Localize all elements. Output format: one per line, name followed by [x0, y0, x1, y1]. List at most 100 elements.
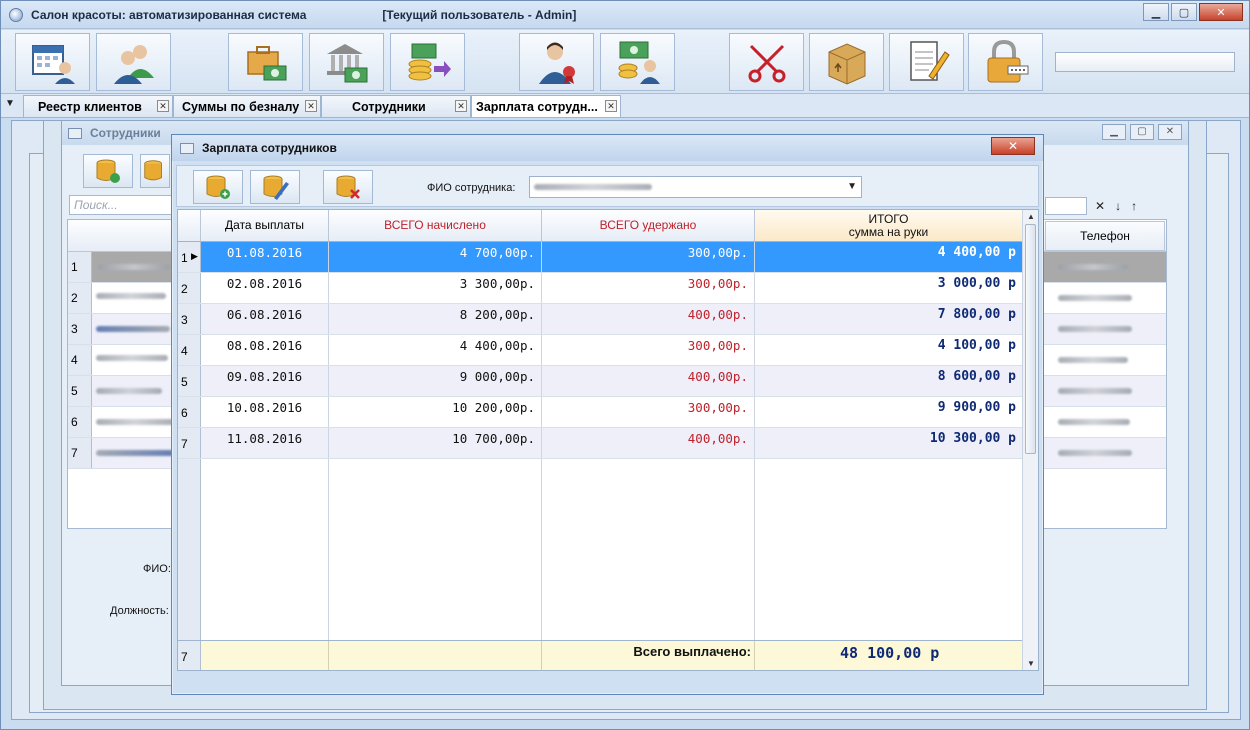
blurred-name — [96, 326, 170, 332]
tab-cashless-sums[interactable]: Суммы по безналу ✕ — [173, 95, 321, 117]
accrued-cell[interactable]: 4 700,00р. — [329, 242, 542, 272]
employee-award-button[interactable] — [519, 33, 594, 91]
payment-date-cell[interactable]: 01.08.2016 — [201, 242, 329, 272]
payment-date-cell[interactable]: 02.08.2016 — [201, 273, 329, 303]
scroll-thumb[interactable] — [1025, 224, 1036, 454]
payment-date-cell[interactable]: 09.08.2016 — [201, 366, 329, 396]
tabs-dropdown-icon[interactable]: ▼ — [5, 98, 15, 109]
close-button[interactable]: ✕ — [1199, 3, 1243, 21]
edit-payment-button[interactable] — [250, 170, 300, 204]
accrued-cell[interactable]: 10 200,00р. — [329, 397, 542, 427]
accrued-cell[interactable]: 10 700,00р. — [329, 428, 542, 458]
tab-clients-registry[interactable]: Реестр клиентов ✕ — [23, 95, 173, 117]
scroll-up-icon[interactable]: ▲ — [1027, 212, 1035, 221]
row-number[interactable]: 2 — [178, 273, 201, 303]
row-number[interactable]: 3 — [178, 304, 201, 334]
table-row[interactable]: 2 02.08.2016 3 300,00р. 300,00р. 3 000,00 р — [178, 273, 1023, 304]
table-row[interactable]: 1 ▶ 01.08.2016 4 700,00р. 300,00р. 4 400,00 р — [178, 242, 1023, 273]
phone-column-header[interactable]: Телефон — [1045, 221, 1165, 251]
briefcase-money-button[interactable] — [228, 33, 303, 91]
window-icon — [180, 142, 194, 154]
row-number: 1 — [68, 252, 92, 282]
tab-strip: ▼ Реестр клиентов ✕ Суммы по безналу ✕ С… — [1, 94, 1249, 118]
delete-payment-button[interactable] — [323, 170, 373, 204]
payment-date-cell[interactable]: 08.08.2016 — [201, 335, 329, 365]
scissors-button[interactable] — [729, 33, 804, 91]
tab-label: Сотрудники — [352, 99, 426, 114]
total-cell[interactable]: 4 400,00 р — [755, 242, 1023, 272]
deducted-cell[interactable]: 300,00р. — [542, 273, 755, 303]
accrued-cell[interactable]: 8 200,00р. — [329, 304, 542, 334]
dialog-close-button[interactable]: ✕ — [991, 137, 1035, 155]
close-icon[interactable]: ✕ — [305, 100, 317, 112]
money-transfer-button[interactable] — [390, 33, 465, 91]
table-row[interactable]: 6 10.08.2016 10 200,00р. 300,00р. 9 900,00 р — [178, 397, 1023, 428]
column-header-date[interactable]: Дата выплаты — [201, 210, 329, 242]
bg-edit-button[interactable] — [140, 154, 170, 188]
arrow-up-icon[interactable]: ↑ — [1131, 199, 1147, 213]
vertical-scrollbar[interactable]: ▲ ▼ — [1022, 210, 1038, 670]
table-row[interactable]: 5 09.08.2016 9 000,00р. 400,00р. 8 600,00 р — [178, 366, 1023, 397]
salary-button[interactable] — [600, 33, 675, 91]
payment-date-cell[interactable]: 10.08.2016 — [201, 397, 329, 427]
maximize-button[interactable]: ▢ — [1171, 3, 1197, 21]
secondary-search-input[interactable] — [1045, 197, 1087, 215]
employees-window-controls: ▁ ▢ ✕ — [1102, 124, 1182, 140]
row-number[interactable]: 7 — [178, 428, 201, 458]
calendar-client-button[interactable] — [15, 33, 90, 91]
employees-search-input[interactable]: Поиск... — [69, 195, 179, 215]
toolbar-search-field[interactable] — [1055, 52, 1235, 72]
column-header-accrued[interactable]: ВСЕГО начислено — [329, 210, 542, 242]
accrued-cell[interactable]: 9 000,00р. — [329, 366, 542, 396]
close-icon[interactable]: ✕ — [455, 100, 467, 112]
total-cell[interactable]: 8 600,00 р — [755, 366, 1023, 396]
close-button[interactable]: ✕ — [1158, 124, 1182, 140]
total-cell[interactable]: 9 900,00 р — [755, 397, 1023, 427]
chevron-down-icon[interactable]: ▼ — [847, 181, 857, 192]
database-edit-icon — [144, 160, 162, 181]
clear-icon[interactable]: ✕ — [1095, 199, 1115, 213]
total-cell[interactable]: 10 300,00 р — [755, 428, 1023, 458]
lock-button[interactable] — [968, 33, 1043, 91]
deducted-cell[interactable]: 400,00р. — [542, 304, 755, 334]
table-row[interactable]: 3 06.08.2016 8 200,00р. 400,00р. 7 800,00 р — [178, 304, 1023, 335]
total-cell[interactable]: 3 000,00 р — [755, 273, 1023, 303]
deducted-cell[interactable]: 300,00р. — [542, 335, 755, 365]
row-number[interactable]: 6 — [178, 397, 201, 427]
row-number[interactable]: 1 ▶ — [178, 242, 201, 272]
payment-date-cell[interactable]: 06.08.2016 — [201, 304, 329, 334]
deducted-cell[interactable]: 300,00р. — [542, 242, 755, 272]
minimize-button[interactable]: ▁ — [1143, 3, 1169, 21]
bg-add-button[interactable] — [83, 154, 133, 188]
box-button[interactable] — [809, 33, 884, 91]
notepad-button[interactable] — [889, 33, 964, 91]
row-number[interactable]: 4 — [178, 335, 201, 365]
payment-date-cell[interactable]: 11.08.2016 — [201, 428, 329, 458]
row-number[interactable]: 5 — [178, 366, 201, 396]
column-header-total[interactable]: ИТОГО сумма на руки — [755, 210, 1023, 242]
minimize-button[interactable]: ▁ — [1102, 124, 1126, 140]
database-delete-icon — [336, 175, 360, 199]
add-payment-button[interactable] — [193, 170, 243, 204]
table-row[interactable]: 7 11.08.2016 10 700,00р. 400,00р. 10 300,00 … — [178, 428, 1023, 459]
deducted-cell[interactable]: 400,00р. — [542, 366, 755, 396]
tab-employee-salary[interactable]: Зарплата сотрудн... ✕ — [471, 95, 621, 117]
deducted-cell[interactable]: 400,00р. — [542, 428, 755, 458]
table-row[interactable]: 4 08.08.2016 4 400,00р. 300,00р. 4 100,00 р — [178, 335, 1023, 366]
employee-select[interactable]: ▼ — [529, 176, 862, 198]
column-header-deducted[interactable]: ВСЕГО удержано — [542, 210, 755, 242]
close-icon[interactable]: ✕ — [605, 100, 617, 112]
total-cell[interactable]: 7 800,00 р — [755, 304, 1023, 334]
maximize-button[interactable]: ▢ — [1130, 124, 1154, 140]
bank-money-button[interactable] — [309, 33, 384, 91]
clients-button[interactable] — [96, 33, 171, 91]
close-icon[interactable]: ✕ — [157, 100, 169, 112]
accrued-cell[interactable]: 4 400,00р. — [329, 335, 542, 365]
accrued-cell[interactable]: 3 300,00р. — [329, 273, 542, 303]
scroll-down-icon[interactable]: ▼ — [1027, 659, 1035, 668]
total-cell[interactable]: 4 100,00 р — [755, 335, 1023, 365]
arrow-down-icon[interactable]: ↓ — [1115, 199, 1131, 213]
deducted-cell[interactable]: 300,00р. — [542, 397, 755, 427]
tab-employees[interactable]: Сотрудники ✕ — [321, 95, 471, 117]
blurred-name — [96, 355, 168, 361]
